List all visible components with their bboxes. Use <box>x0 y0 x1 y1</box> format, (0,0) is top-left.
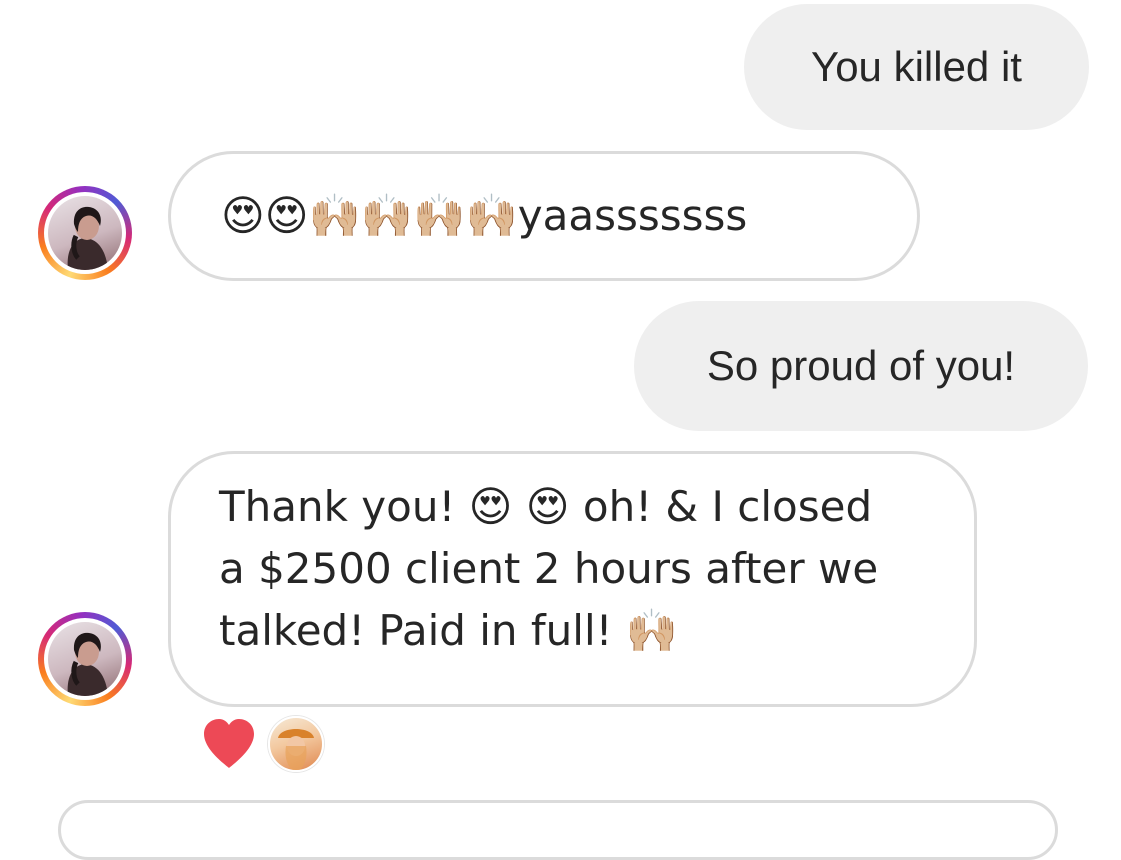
incoming-message[interactable]: 😍😍🙌🏼🙌🏼🙌🏼🙌🏼yaasssssss <box>168 151 920 281</box>
person-silhouette-icon <box>67 206 108 270</box>
person-silhouette-icon <box>278 729 314 770</box>
message-text: So proud of you! <box>706 342 1016 389</box>
outgoing-message[interactable]: So proud of you! <box>634 301 1088 431</box>
message-input[interactable] <box>58 800 1058 860</box>
incoming-message[interactable]: Thank you! 😍 😍 oh! & I closed a $2500 cl… <box>168 451 977 707</box>
sender-avatar[interactable] <box>38 186 132 280</box>
person-silhouette-icon <box>67 632 108 696</box>
message-line: Thank you! 😍 😍 oh! & I closed <box>219 482 873 531</box>
message-text: You killed it <box>811 43 1022 90</box>
heart-icon[interactable] <box>200 716 258 772</box>
message-reactions[interactable] <box>200 716 324 772</box>
outgoing-message[interactable]: You killed it <box>744 4 1089 130</box>
avatar-photo <box>48 196 122 270</box>
message-line: talked! Paid in full! 🙌🏼 <box>219 606 679 655</box>
sender-avatar[interactable] <box>38 612 132 706</box>
avatar-photo <box>48 622 122 696</box>
reactor-avatar[interactable] <box>268 716 324 772</box>
message-line: a $2500 client 2 hours after we <box>219 544 879 593</box>
message-text: 😍😍🙌🏼🙌🏼🙌🏼🙌🏼yaasssssss <box>221 191 748 240</box>
